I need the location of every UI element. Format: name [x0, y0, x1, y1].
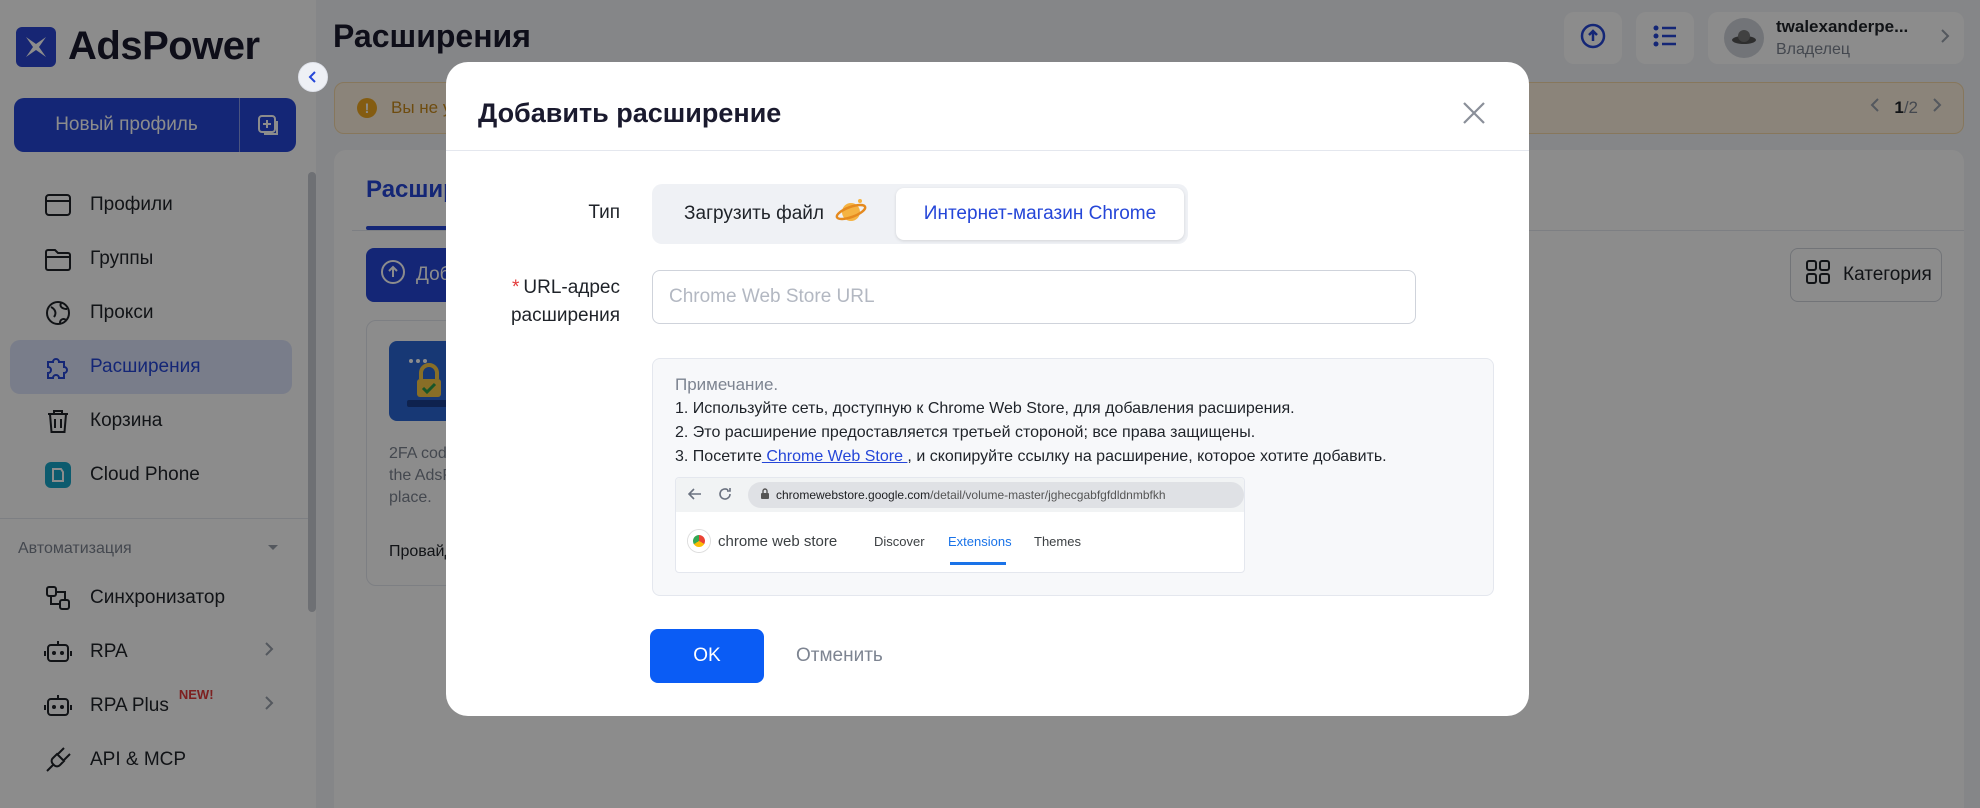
tab-chrome-web-store[interactable]: Интернет-магазин Chrome — [896, 188, 1184, 240]
ok-button[interactable]: OK — [650, 629, 764, 683]
tab-upload-label: Загрузить файл — [684, 203, 824, 224]
reload-icon — [718, 487, 732, 504]
preview-url-path: /detail/volume-master/jghecgabfgfdldnmbf… — [930, 488, 1166, 502]
preview-tab-themes: Themes — [1034, 534, 1081, 549]
preview-address-bar: chromewebstore.google.com/detail/volume-… — [748, 482, 1244, 508]
preview-store-header: chrome web store Discover Extensions The… — [676, 512, 1244, 572]
chrome-web-store-link[interactable]: Chrome Web Store — [762, 448, 908, 465]
dialog-title: Добавить расширение — [478, 98, 782, 128]
preview-url-text: chromewebstore.google.com/detail/volume-… — [776, 488, 1166, 502]
preview-store-logo: chrome web store — [688, 530, 837, 552]
tab-upload-file[interactable]: Загрузить файл — [656, 188, 896, 240]
note-line-2: 2. Это расширение предоставляется третье… — [675, 424, 1256, 441]
url-label-line2: расширения — [510, 305, 620, 326]
type-label: Тип — [588, 202, 620, 223]
url-label: * URL-адрес расширения — [446, 274, 620, 330]
note-line-3: 3. Посетите Chrome Web Store , и скопиру… — [675, 445, 1471, 469]
preview-url-domain: chromewebstore.google.com — [776, 488, 931, 502]
close-icon — [1461, 100, 1487, 131]
add-extension-dialog: Добавить расширение Тип Загрузить файл И… — [446, 62, 1529, 716]
note-line-1: 1. Используйте сеть, доступную к Chrome … — [675, 400, 1295, 417]
note-line-3-suffix: , и скопируйте ссылку на расширение, кот… — [907, 448, 1387, 465]
preview-tab-discover: Discover — [874, 534, 925, 549]
chrome-store-url-input[interactable] — [652, 270, 1416, 324]
url-label-line1: URL-адрес — [523, 277, 620, 298]
preview-tab-indicator — [950, 562, 1006, 565]
preview-store-name: chrome web store — [718, 532, 838, 550]
cancel-button[interactable]: Отменить — [796, 629, 883, 683]
close-button[interactable] — [1457, 98, 1491, 132]
back-arrow-icon — [687, 487, 702, 503]
chrome-store-preview-image: chromewebstore.google.com/detail/volume-… — [675, 477, 1245, 573]
preview-browser-bar: chromewebstore.google.com/detail/volume-… — [676, 478, 1244, 512]
chrome-logo-icon — [688, 530, 710, 552]
lock-small-icon — [760, 487, 770, 503]
note-line-3-prefix: 3. Посетите — [675, 448, 762, 465]
preview-tab-extensions: Extensions — [948, 534, 1012, 549]
planet-icon — [834, 196, 868, 232]
collapse-sidebar-button[interactable] — [298, 62, 328, 92]
dialog-divider — [446, 150, 1529, 151]
note-title: Примечание. — [675, 375, 779, 394]
note-box: Примечание. 1. Используйте сеть, доступн… — [652, 358, 1494, 596]
source-type-switch: Загрузить файл Интернет-магазин Chrome — [652, 184, 1188, 244]
required-mark: * — [511, 277, 520, 298]
